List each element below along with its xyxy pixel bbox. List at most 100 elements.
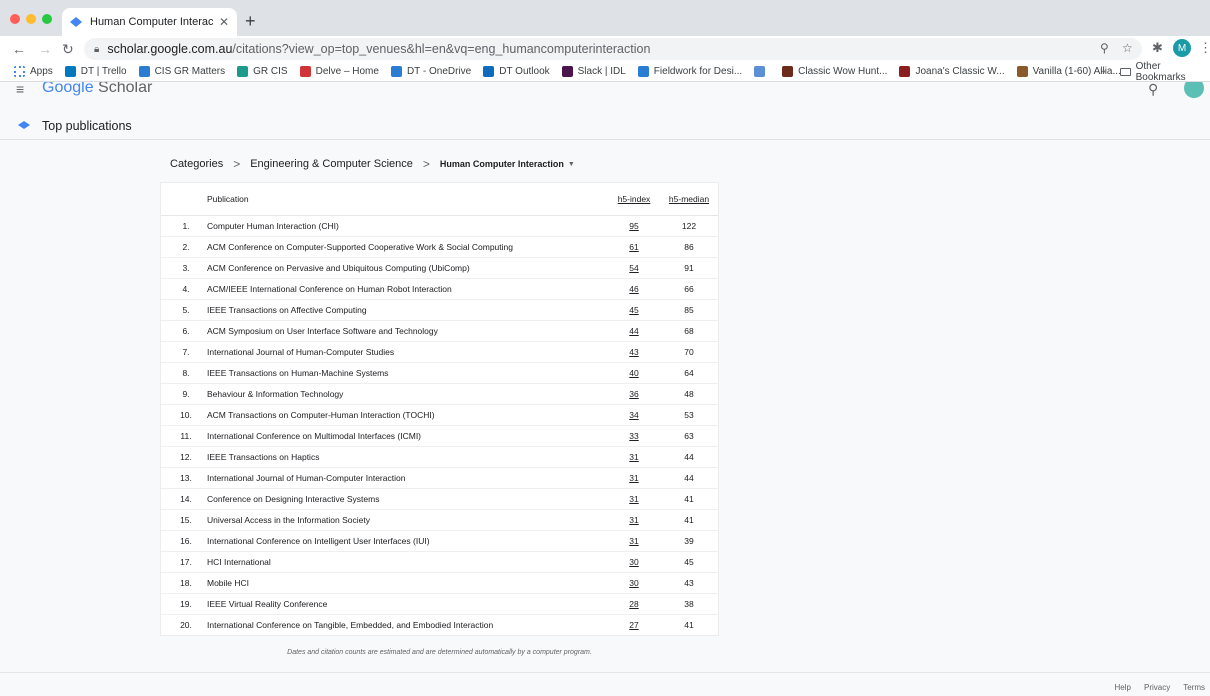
bookmark-item[interactable]: DT Outlook [483, 66, 550, 77]
h5-index-link[interactable]: 31 [629, 494, 638, 504]
h5-index-cell[interactable]: 31 [608, 467, 660, 489]
h5-index-link[interactable]: 30 [629, 557, 638, 567]
bookmark-item[interactable]: Joana's Classic W... [899, 66, 1005, 77]
footer-help-link[interactable]: Help [1115, 683, 1131, 692]
h5-index-cell[interactable]: 31 [608, 509, 660, 531]
h5-index-cell[interactable]: 54 [608, 257, 660, 279]
search-icon[interactable]: ⚲ [1148, 82, 1158, 98]
footer-privacy-link[interactable]: Privacy [1144, 683, 1170, 692]
h5-median-cell: 39 [660, 530, 718, 552]
h5-index-cell[interactable]: 33 [608, 425, 660, 447]
h5-index-link[interactable]: 45 [629, 305, 638, 315]
tab-close-icon[interactable]: ✕ [219, 15, 229, 29]
other-bookmarks[interactable]: Other Bookmarks [1120, 61, 1210, 83]
minimize-window-button[interactable] [26, 14, 36, 24]
bookmark-item[interactable]: DT | Trello [64, 66, 127, 77]
h5-index-header[interactable]: h5-index [608, 183, 660, 216]
h5-index-cell[interactable]: 31 [608, 488, 660, 510]
chevron-down-icon[interactable]: ▼ [568, 161, 575, 168]
h5-index-cell[interactable]: 31 [608, 530, 660, 552]
h5-median-header-link[interactable]: h5-median [669, 194, 709, 204]
browser-tab-active[interactable]: Human Computer Interaction - ✕ [62, 8, 237, 36]
h5-median-cell: 45 [660, 551, 718, 573]
account-avatar[interactable] [1184, 82, 1204, 98]
menu-icon[interactable]: ≡ [16, 82, 24, 96]
h5-index-cell[interactable]: 43 [608, 341, 660, 363]
h5-index-link[interactable]: 28 [629, 599, 638, 609]
bookmark-label: CIS GR Matters [154, 66, 226, 77]
h5-index-link[interactable]: 61 [629, 242, 638, 252]
h5-median-cell: 44 [660, 467, 718, 489]
h5-index-link[interactable]: 46 [629, 284, 638, 294]
bookmarks-overflow-icon[interactable]: » [1100, 66, 1106, 77]
h5-index-cell[interactable]: 46 [608, 278, 660, 300]
h5-index-cell[interactable]: 61 [608, 236, 660, 258]
h5-index-cell[interactable]: 45 [608, 299, 660, 321]
publication-cell: HCI International [207, 551, 608, 573]
browser-menu-icon[interactable]: ⋮ [1199, 40, 1210, 56]
h5-index-link[interactable]: 36 [629, 389, 638, 399]
profile-avatar[interactable]: M [1173, 39, 1191, 57]
h5-index-cell[interactable]: 36 [608, 383, 660, 405]
h5-index-link[interactable]: 34 [629, 410, 638, 420]
rank-cell: 6. [161, 320, 207, 342]
rank-cell: 9. [161, 383, 207, 405]
h5-median-header[interactable]: h5-median [660, 183, 718, 216]
h5-index-link[interactable]: 95 [629, 221, 638, 231]
bookmark-item[interactable]: Fieldwork for Desi... [637, 66, 742, 77]
h5-index-link[interactable]: 31 [629, 452, 638, 462]
table-row: 7. International Journal of Human-Compute… [161, 341, 718, 363]
rank-cell: 15. [161, 509, 207, 531]
bookmark-item[interactable] [754, 66, 770, 77]
maximize-window-button[interactable] [42, 14, 52, 24]
publication-cell: Mobile HCI [207, 572, 608, 594]
google-scholar-logo[interactable]: Google Scholar [42, 82, 152, 97]
h5-index-link[interactable]: 30 [629, 578, 638, 588]
reload-icon[interactable]: ↻ [62, 40, 74, 58]
h5-index-cell[interactable]: 27 [608, 614, 660, 635]
bookmark-item[interactable]: Classic Wow Hunt... [782, 66, 887, 77]
h5-median-cell: 85 [660, 299, 718, 321]
footer-links: Help Privacy Terms [1102, 683, 1205, 692]
zoom-icon[interactable]: ⚲ [1100, 41, 1109, 55]
h5-index-link[interactable]: 40 [629, 368, 638, 378]
breadcrumb-current[interactable]: Human Computer Interaction [440, 159, 564, 169]
h5-index-link[interactable]: 44 [629, 326, 638, 336]
publication-cell: International Conference on Tangible, Em… [207, 619, 494, 630]
bookmark-star-icon[interactable]: ☆ [1122, 41, 1133, 55]
h5-index-header-link[interactable]: h5-index [618, 194, 651, 204]
h5-index-link[interactable]: 54 [629, 263, 638, 273]
h5-median-cell: 48 [660, 383, 718, 405]
address-bar[interactable]: 🔒︎ scholar.google.com.au /citations?view… [84, 38, 1142, 60]
h5-index-link[interactable]: 31 [629, 515, 638, 525]
breadcrumb-engineering[interactable]: Engineering & Computer Science [250, 158, 413, 170]
bookmark-item[interactable]: DT - OneDrive [390, 66, 471, 77]
h5-index-cell[interactable]: 28 [608, 593, 660, 615]
forward-icon[interactable]: → [38, 40, 52, 58]
h5-index-cell[interactable]: 34 [608, 404, 660, 426]
close-window-button[interactable] [10, 14, 20, 24]
extensions-icon[interactable]: ✱ [1152, 40, 1163, 56]
bookmark-item[interactable]: GR CIS [237, 66, 288, 77]
h5-index-link[interactable]: 33 [629, 431, 638, 441]
h5-index-link[interactable]: 31 [629, 473, 638, 483]
rank-cell: 16. [161, 530, 207, 552]
breadcrumb-categories[interactable]: Categories [170, 158, 223, 170]
bookmark-item[interactable]: CIS GR Matters [138, 66, 226, 77]
h5-index-cell[interactable]: 95 [608, 215, 660, 237]
footer-terms-link[interactable]: Terms [1183, 683, 1205, 692]
h5-index-cell[interactable]: 31 [608, 446, 660, 468]
h5-index-cell[interactable]: 30 [608, 551, 660, 573]
bookmark-item[interactable]: Slack | IDL [561, 66, 626, 77]
h5-index-cell[interactable]: 30 [608, 572, 660, 594]
h5-index-cell[interactable]: 40 [608, 362, 660, 384]
new-tab-button[interactable]: + [245, 12, 256, 30]
bookmark-item[interactable]: Apps [14, 66, 53, 77]
h5-index-link[interactable]: 43 [629, 347, 638, 357]
h5-index-cell[interactable]: 44 [608, 320, 660, 342]
back-icon[interactable]: ← [12, 40, 26, 58]
h5-index-link[interactable]: 31 [629, 536, 638, 546]
rank-cell: 20. [180, 619, 192, 630]
bookmark-item[interactable]: Delve – Home [299, 66, 379, 77]
h5-index-link[interactable]: 27 [629, 620, 638, 630]
